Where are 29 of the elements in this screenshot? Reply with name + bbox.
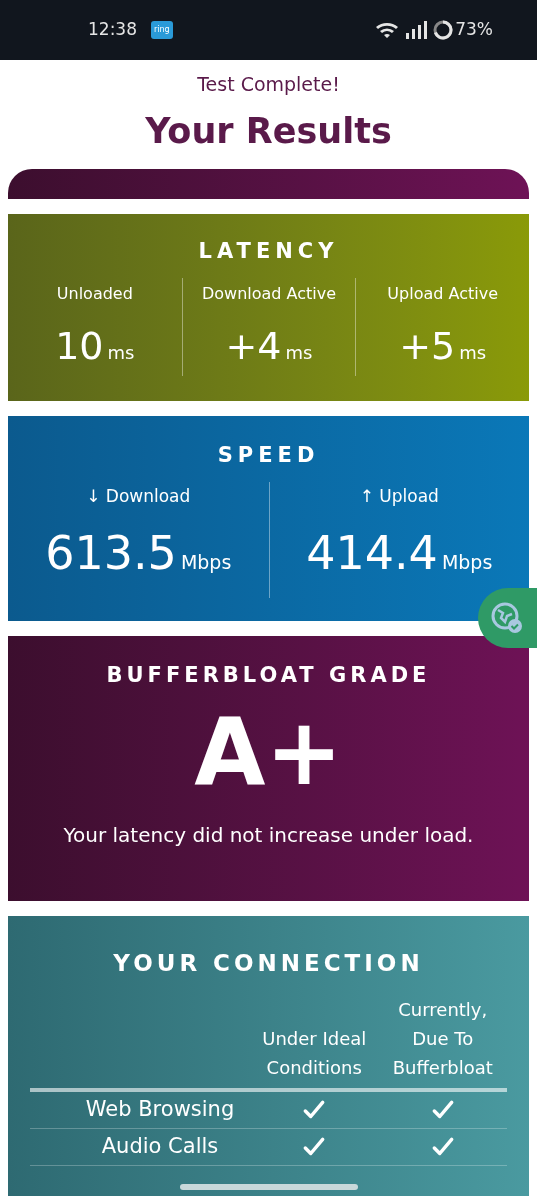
- signal-icon: [405, 21, 428, 39]
- grade-message: Your latency did not increase under load.: [63, 821, 474, 849]
- metric-label: Unloaded: [56, 282, 133, 305]
- row-label: Audio Calls: [100, 1132, 220, 1160]
- metric-value: 613.5 Mbps: [45, 525, 232, 582]
- floating-globe-button[interactable]: [478, 588, 537, 648]
- column-header: Under Ideal Conditions: [261, 1026, 368, 1080]
- metric-label: ↑ Upload: [359, 484, 439, 508]
- card-title: SPEED: [217, 442, 320, 469]
- globe-check-icon: [490, 601, 524, 635]
- metric-label: ↓ Download: [86, 484, 191, 508]
- page-title: Your Results: [145, 109, 392, 153]
- card-title: YOUR CONNECTION: [113, 949, 424, 978]
- metric-value: +4 ms: [225, 322, 313, 370]
- column-header: Currently, Due To Bufferbloat: [391, 997, 494, 1080]
- metric-value: 10 ms: [55, 322, 135, 370]
- row-label: Web Browsing: [84, 1095, 236, 1123]
- metric-label: Download Active: [201, 282, 337, 305]
- clock: 12:38: [88, 18, 137, 42]
- battery-icon: [433, 20, 454, 40]
- app-badge: ring: [151, 21, 173, 39]
- subtitle: Test Complete!: [197, 72, 340, 97]
- battery-percent: 73%: [455, 18, 493, 42]
- metric-value: 414.4 Mbps: [306, 525, 493, 582]
- metric-label: Upload Active: [387, 282, 498, 305]
- card-title: LATENCY: [198, 238, 339, 265]
- metric-value: +5 ms: [399, 322, 487, 370]
- grade: A+: [194, 697, 343, 808]
- card-title: BUFFERBLOAT GRADE: [106, 662, 431, 689]
